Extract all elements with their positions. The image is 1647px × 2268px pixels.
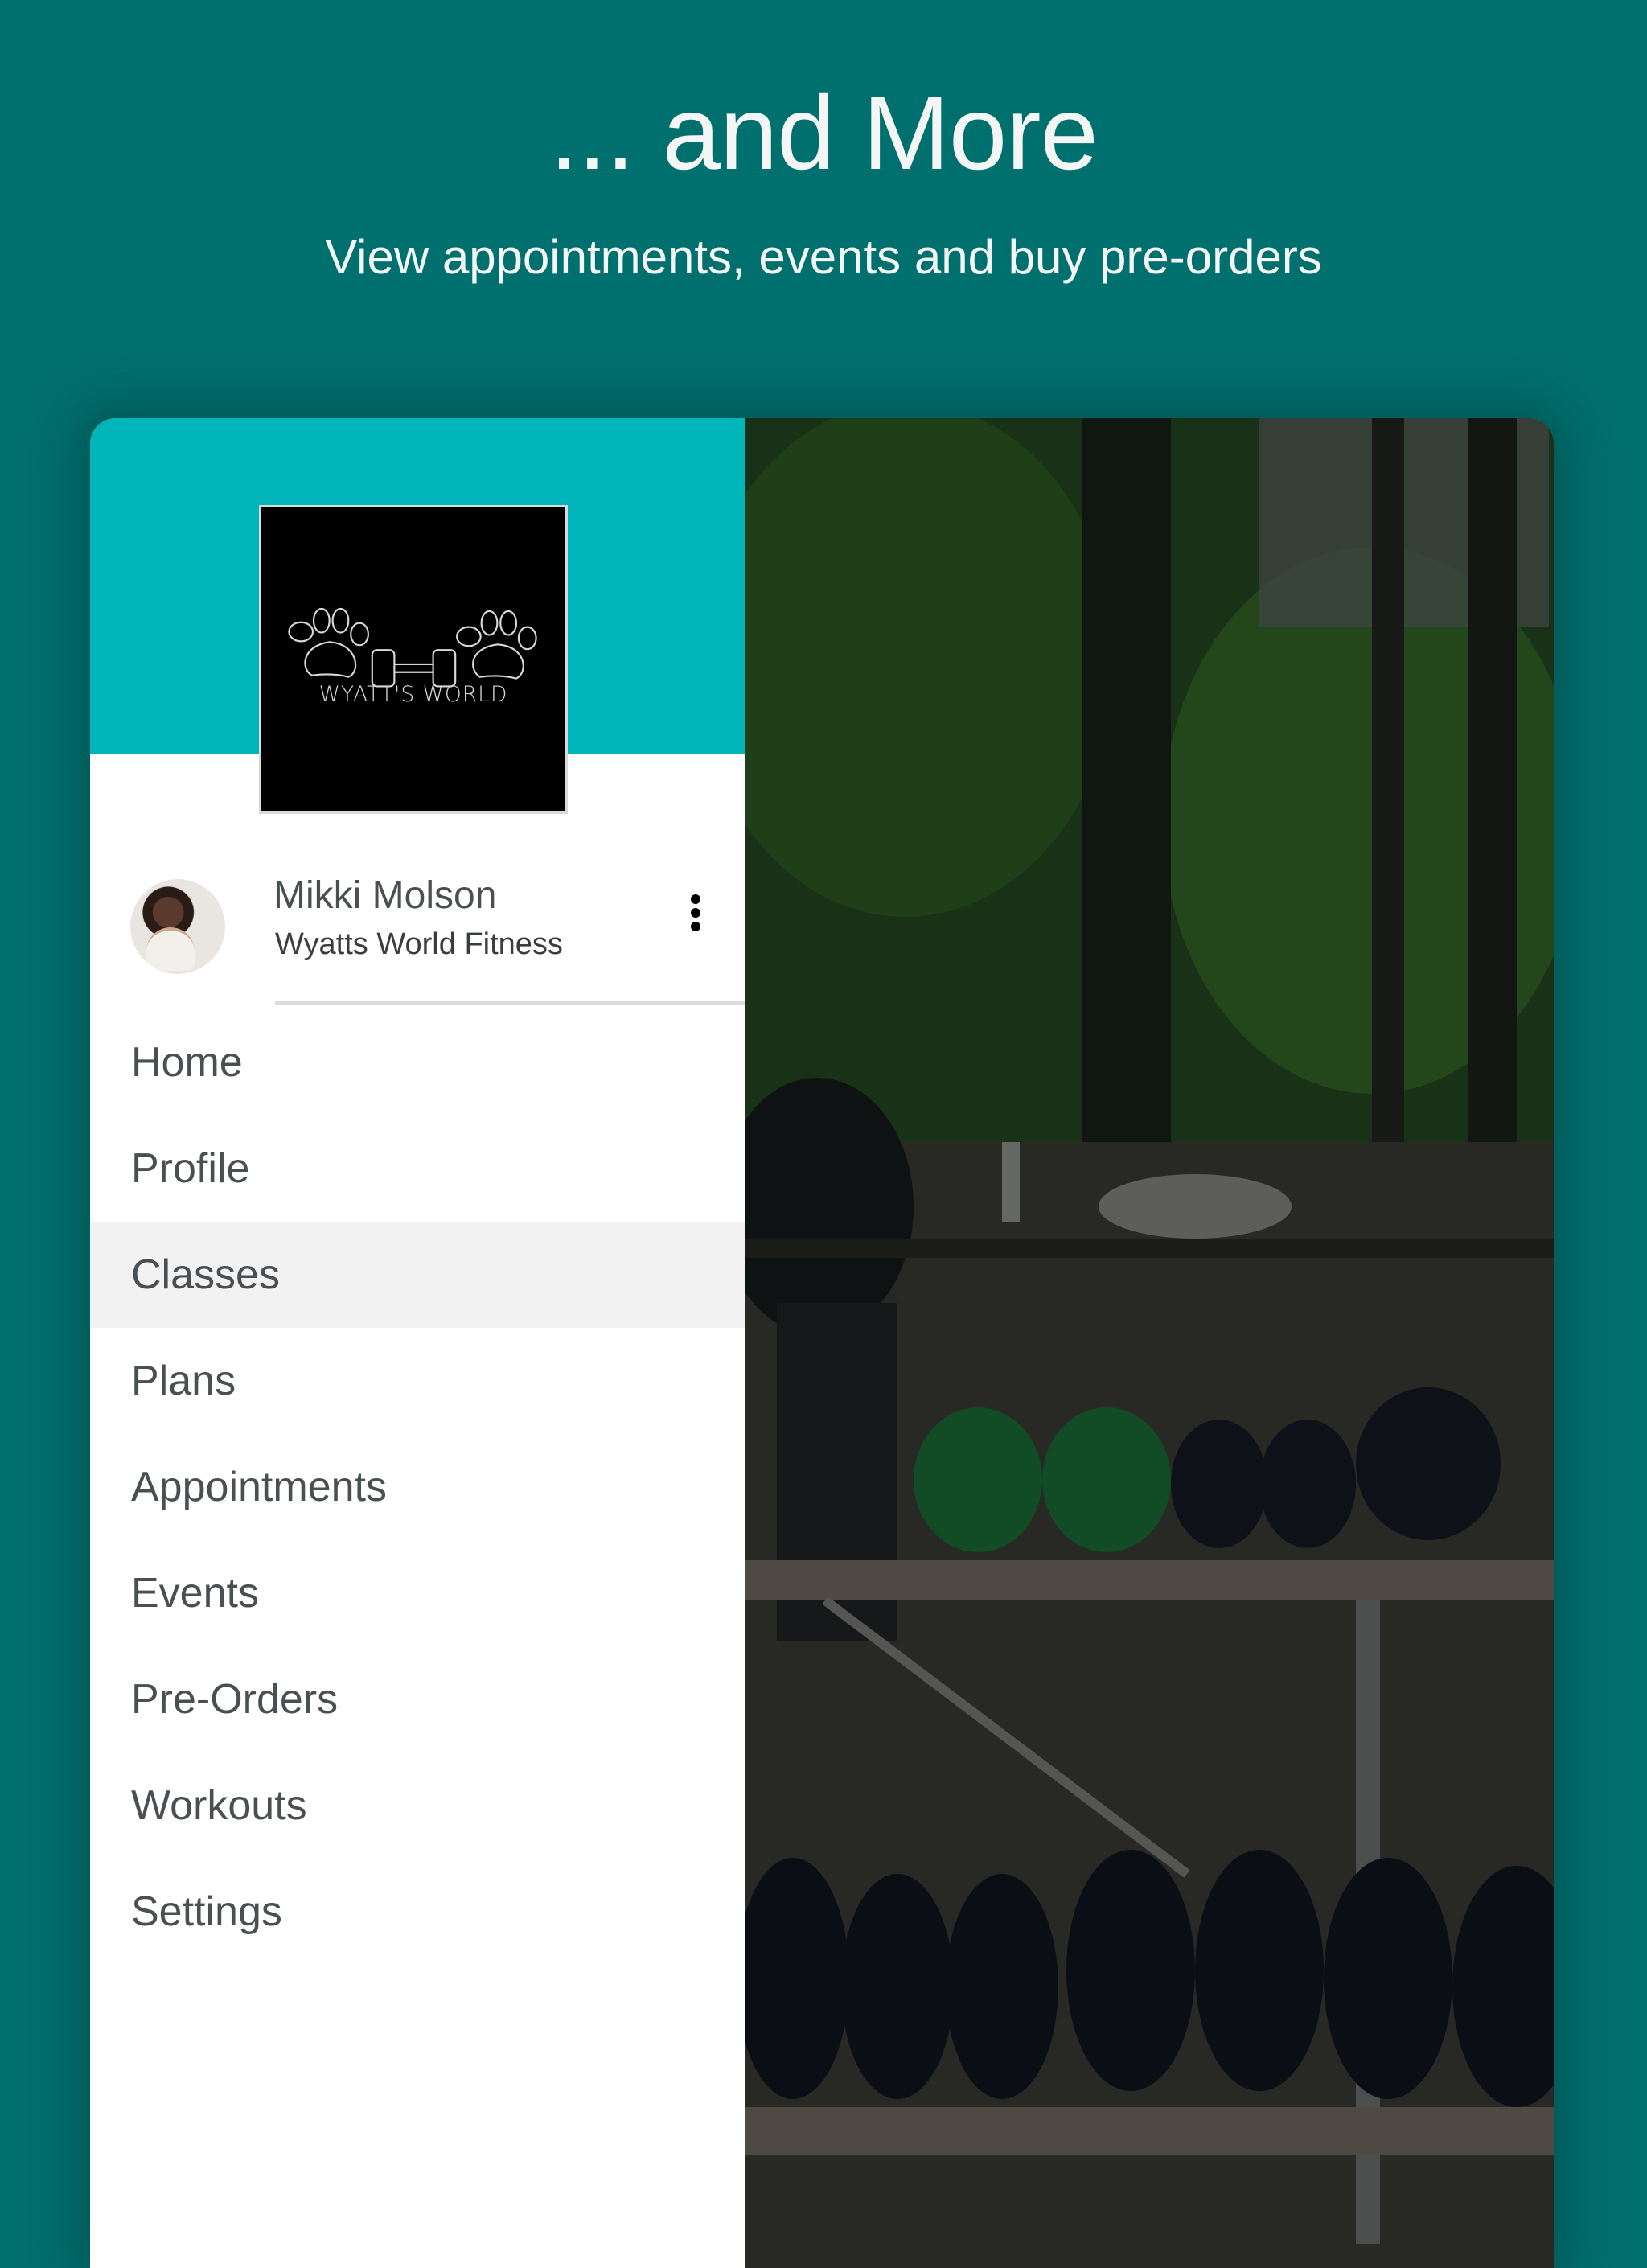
user-avatar[interactable] bbox=[130, 879, 225, 974]
menu-item-profile[interactable]: Profile bbox=[90, 1116, 745, 1222]
paw-dumbbell-logo-icon: WYATT'S WORLD bbox=[288, 607, 537, 707]
more-vertical-icon-dot bbox=[691, 922, 700, 931]
business-logo: WYATT'S WORLD bbox=[259, 505, 568, 814]
logo-wordmark: WYATT'S WORLD bbox=[319, 682, 508, 707]
hero-title: ... and More bbox=[549, 74, 1099, 191]
navigation-drawer: WYATT'S WORLD Mikki Molson Wyatts World … bbox=[90, 418, 745, 2268]
background-photo[interactable] bbox=[745, 418, 1554, 2268]
menu-item-pre-orders[interactable]: Pre-Orders bbox=[90, 1646, 745, 1752]
user-profile-row[interactable]: Mikki Molson Wyatts World Fitness bbox=[90, 869, 745, 974]
more-vertical-icon-dot bbox=[691, 894, 700, 904]
menu-item-events[interactable]: Events bbox=[90, 1540, 745, 1646]
more-options-button[interactable] bbox=[676, 885, 716, 941]
menu-item-plans[interactable]: Plans bbox=[90, 1328, 745, 1434]
profile-divider bbox=[275, 1001, 745, 1005]
app-screenshot-frame: WYATT'S WORLD Mikki Molson Wyatts World … bbox=[90, 418, 1554, 2268]
menu-item-settings[interactable]: Settings bbox=[90, 1859, 745, 1965]
menu-item-workouts[interactable]: Workouts bbox=[90, 1752, 745, 1859]
menu-item-appointments[interactable]: Appointments bbox=[90, 1434, 745, 1540]
user-organization: Wyatts World Fitness bbox=[275, 927, 563, 961]
hero-subtitle: View appointments, events and buy pre-or… bbox=[325, 230, 1322, 284]
more-vertical-icon-dot bbox=[691, 908, 700, 918]
drawer-scrim-overlay[interactable] bbox=[745, 418, 1554, 2268]
menu-item-classes[interactable]: Classes bbox=[90, 1222, 745, 1328]
drawer-menu: Home Profile Classes Plans Appointments … bbox=[90, 1009, 745, 1965]
user-name: Mikki Molson bbox=[273, 874, 497, 917]
menu-item-home[interactable]: Home bbox=[90, 1009, 745, 1116]
